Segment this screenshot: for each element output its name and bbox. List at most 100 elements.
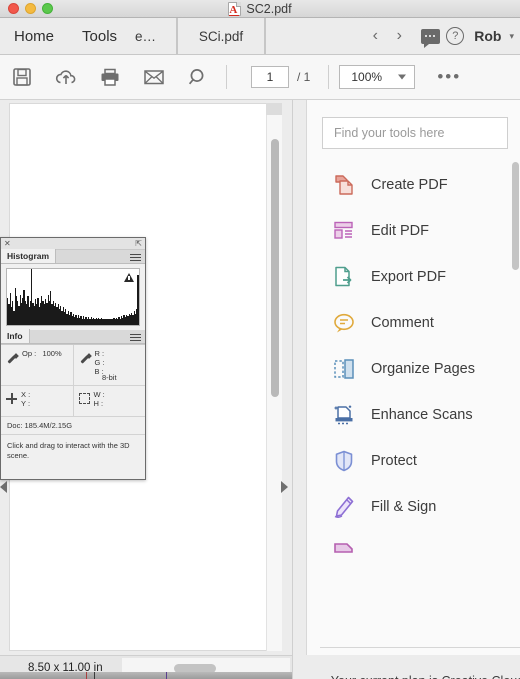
zoom-level-select[interactable]: 100% xyxy=(339,65,416,89)
xy-readout: X : Y : xyxy=(1,386,73,416)
window-titlebar: A SC2.pdf xyxy=(0,0,520,18)
tools-panel: Create PDF Edit PDF xyxy=(292,100,520,679)
info-row-bottom: X : Y : W : H : xyxy=(1,386,145,417)
next-page-arrow[interactable]: › xyxy=(387,18,411,55)
document-tab-sci-pdf[interactable]: SCi.pdf xyxy=(177,18,266,54)
organize-pages-icon xyxy=(331,356,357,382)
vertical-scroll-thumb[interactable] xyxy=(271,139,279,397)
bit-depth-label: 8-bit xyxy=(101,373,117,382)
window-title: SC2.pdf xyxy=(246,2,292,16)
tabbar-divider xyxy=(265,18,267,54)
tools-list-divider xyxy=(320,647,520,648)
scrollbar-top-cap xyxy=(266,103,282,115)
histogram-tab[interactable]: Histogram xyxy=(1,249,57,263)
palette-close-icon[interactable]: ✕ xyxy=(4,239,11,248)
help-question-icon[interactable]: ? xyxy=(446,27,465,45)
chevron-down-icon xyxy=(398,74,407,80)
home-button[interactable]: Home xyxy=(0,18,68,54)
chevron-down-icon[interactable]: ▾ xyxy=(509,31,514,42)
eyedropper-icon xyxy=(6,353,19,365)
toolbar-divider xyxy=(226,65,227,89)
partial-tool-icon xyxy=(331,540,357,566)
export-pdf-icon xyxy=(331,264,357,290)
marquee-icon xyxy=(78,393,90,404)
more-tools-button[interactable]: ••• xyxy=(437,67,461,87)
tools-panel-scrollbar[interactable] xyxy=(512,162,519,647)
plan-status-label: Your current plan is Creative Cloud xyxy=(320,674,520,679)
histogram-tab-row: Histogram xyxy=(1,249,145,264)
tool-item-enhance-scans[interactable]: Enhance Scans xyxy=(307,392,520,438)
protect-shield-icon xyxy=(331,448,357,474)
document-viewport[interactable]: ✕ ⇱ Histogram Info Op : 100% R: G: B:… xyxy=(0,100,292,655)
tool-item-partial[interactable] xyxy=(307,530,520,576)
info-row-top: Op : 100% R : G : B : 8-bit xyxy=(1,345,145,386)
histogram-chart xyxy=(6,268,140,326)
comment-balloon-icon[interactable] xyxy=(421,28,441,48)
acrobat-window: A SC2.pdf Home Tools e… SCi.pdf ‹ › ? Ro… xyxy=(0,0,520,679)
panel-menu-icon[interactable] xyxy=(130,254,141,261)
upload-cloud-icon[interactable] xyxy=(44,55,88,100)
enhance-scans-icon xyxy=(331,402,357,428)
photoshop-palette[interactable]: ✕ ⇱ Histogram Info Op : 100% R: G: B:… xyxy=(0,237,146,480)
email-icon[interactable] xyxy=(132,55,176,100)
tool-item-export-pdf[interactable]: Export PDF xyxy=(307,254,520,300)
zoom-value-label: 100% xyxy=(351,70,383,84)
tools-panel-scroll-thumb[interactable] xyxy=(512,162,519,270)
fill-sign-icon xyxy=(331,494,357,520)
left-pane-toggle-arrow[interactable] xyxy=(0,481,7,493)
document-tab-truncated[interactable]: e… xyxy=(131,18,178,54)
search-icon[interactable] xyxy=(176,55,220,100)
r-label: R : xyxy=(94,349,105,358)
previous-page-arrow[interactable]: ‹ xyxy=(363,18,387,55)
tabbar: Home Tools e… SCi.pdf ‹ › ? Rob ▾ xyxy=(0,18,520,55)
tool-label: Fill & Sign xyxy=(371,499,437,515)
palette-hint-text: Click and drag to interact with the 3D s… xyxy=(7,441,130,460)
tool-item-protect[interactable]: Protect xyxy=(307,438,520,484)
info-tab-row: Info xyxy=(1,329,145,344)
panel-menu-icon[interactable] xyxy=(130,334,141,341)
info-readouts: Op : 100% R : G : B : 8-bit X: Y: W: … xyxy=(1,344,145,467)
user-account-label[interactable]: Rob xyxy=(474,28,501,44)
palette-collapse-icon[interactable]: ⇱ xyxy=(135,239,142,248)
toolbar-divider-2 xyxy=(328,65,330,89)
window-title-group: A SC2.pdf xyxy=(0,0,520,18)
save-icon[interactable] xyxy=(0,55,44,100)
eyedropper-icon xyxy=(79,353,92,365)
tool-item-comment[interactable]: Comment xyxy=(307,300,520,346)
tool-label: Comment xyxy=(371,315,434,331)
tool-item-fill-sign[interactable]: Fill & Sign xyxy=(307,484,520,530)
tabbar-right-group: ‹ › ? Rob ▾ xyxy=(363,18,520,54)
vertical-scrollbar[interactable] xyxy=(266,103,282,651)
doc-size-label: Doc: 185.4M/2.15G xyxy=(1,417,145,435)
print-icon[interactable] xyxy=(88,55,132,100)
histogram-bars xyxy=(7,269,139,325)
tool-item-organize-pages[interactable]: Organize Pages xyxy=(307,346,520,392)
opacity-label: Op : xyxy=(22,349,37,358)
h-label: H : xyxy=(93,399,104,408)
tool-label: Edit PDF xyxy=(371,223,430,239)
cache-warning-icon[interactable] xyxy=(124,273,134,282)
tool-label: Export PDF xyxy=(371,269,446,285)
tools-search-box[interactable] xyxy=(322,117,508,149)
info-tab[interactable]: Info xyxy=(1,329,30,343)
page-number-input[interactable]: 1 xyxy=(251,66,289,88)
tools-button[interactable]: Tools xyxy=(68,18,131,54)
tools-list: Create PDF Edit PDF Export PDF Comment O… xyxy=(307,162,520,647)
edit-pdf-icon xyxy=(331,218,357,244)
tools-panel-inner: Create PDF Edit PDF xyxy=(306,100,520,679)
main-toolbar: 1 / 1 100% ••• xyxy=(0,55,520,100)
tool-label: Create PDF xyxy=(371,177,448,193)
g-label: G : xyxy=(94,358,105,367)
tool-item-edit-pdf[interactable]: Edit PDF xyxy=(307,208,520,254)
create-pdf-icon xyxy=(331,172,357,198)
right-pane-toggle-arrow[interactable] xyxy=(281,481,288,493)
tool-label: Organize Pages xyxy=(371,361,475,377)
opacity-readout: Op : 100% xyxy=(1,345,73,385)
opacity-value: 100% xyxy=(42,349,62,358)
tool-label: Enhance Scans xyxy=(371,407,473,423)
search-input[interactable] xyxy=(334,126,507,140)
tool-item-create-pdf[interactable]: Create PDF xyxy=(307,162,520,208)
y-label: Y : xyxy=(21,399,31,408)
tool-label: Protect xyxy=(371,453,417,469)
pdf-file-icon: A xyxy=(228,2,242,16)
